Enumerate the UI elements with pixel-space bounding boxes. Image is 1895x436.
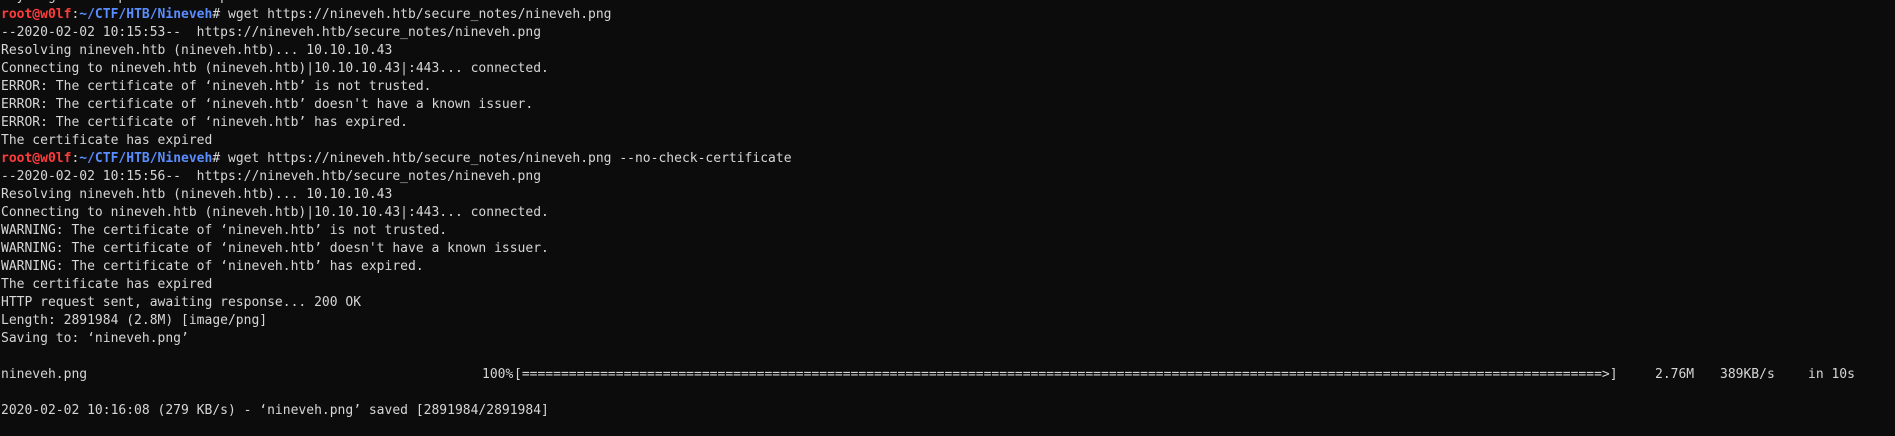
command-text[interactable]: wget https://nineveh.htb/secure_notes/ni…	[220, 7, 612, 22]
prompt-path: ~/CTF/HTB/Nineveh	[79, 151, 213, 166]
output-text: --2020-02-02 10:15:53-- https://nineveh.…	[1, 25, 542, 40]
prompt-path: ~/CTF/HTB/Nineveh	[79, 7, 213, 22]
command-text[interactable]: wget https://nineveh.htb/secure_notes/ni…	[220, 151, 792, 166]
command-line: root@w0lf:~/CTF/HTB/Nineveh# wget https:…	[0, 150, 1895, 168]
output-line: Saving to: ‘nineveh.png’	[0, 330, 1895, 348]
output-line: Length: 2891984 (2.8M) [image/png]	[0, 312, 1895, 330]
prompt-user: root@w0lf	[1, 151, 72, 166]
prompt-user: root@w0lf	[1, 7, 72, 22]
output-line: WARNING: The certificate of ‘nineveh.htb…	[0, 222, 1895, 240]
output-line: Connecting to nineveh.htb (nineveh.htb)|…	[0, 60, 1895, 78]
progress-bar: [=======================================…	[514, 367, 1618, 382]
output-text: ERROR: The certificate of ‘nineveh.htb’ …	[1, 79, 432, 94]
prompt-symbol: #	[212, 7, 221, 22]
output-line: HTTP request sent, awaiting response... …	[0, 294, 1895, 312]
command-line: root@w0lf:~/CTF/HTB/Nineveh# wget https:…	[0, 6, 1895, 24]
output-text: Resolving nineveh.htb (nineveh.htb)... 1…	[1, 43, 393, 58]
output-text: HTTP request sent, awaiting response... …	[1, 295, 362, 310]
prompt-symbol: #	[212, 151, 221, 166]
output-text: 2020-02-02 10:16:08 (279 KB/s) - ‘nineve…	[1, 403, 549, 418]
output-line: The certificate has expired	[0, 276, 1895, 294]
output-text: WARNING: The certificate of ‘nineveh.htb…	[1, 259, 424, 274]
progress-size: 2.76M	[1655, 367, 1695, 382]
output-line: --2020-02-02 10:15:56-- https://nineveh.…	[0, 168, 1895, 186]
terminal-window[interactable]: Try `wget --help' for more options. root@…	[0, 0, 1895, 436]
output-line: --2020-02-02 10:15:53-- https://nineveh.…	[0, 24, 1895, 42]
output-line: Resolving nineveh.htb (nineveh.htb)... 1…	[0, 42, 1895, 60]
output-text: Resolving nineveh.htb (nineveh.htb)... 1…	[1, 187, 393, 202]
output-text: Try `wget --help' for more options.	[1, 0, 275, 4]
download-progress-row: nineveh.png 100% [========================…	[0, 366, 1895, 384]
output-line: WARNING: The certificate of ‘nineveh.htb…	[0, 240, 1895, 258]
output-text: --2020-02-02 10:15:56-- https://nineveh.…	[1, 169, 542, 184]
progress-eta: in 10s	[1808, 367, 1855, 382]
output-text: Connecting to nineveh.htb (nineveh.htb)|…	[1, 205, 549, 220]
output-text: ERROR: The certificate of ‘nineveh.htb’ …	[1, 115, 408, 130]
output-line: ERROR: The certificate of ‘nineveh.htb’ …	[0, 114, 1895, 132]
output-text: Length: 2891984 (2.8M) [image/png]	[1, 313, 268, 328]
output-text: WARNING: The certificate of ‘nineveh.htb…	[1, 223, 448, 238]
output-line: ERROR: The certificate of ‘nineveh.htb’ …	[0, 78, 1895, 96]
output-line: Connecting to nineveh.htb (nineveh.htb)|…	[0, 204, 1895, 222]
output-text: Saving to: ‘nineveh.png’	[1, 331, 189, 346]
output-text: WARNING: The certificate of ‘nineveh.htb…	[1, 241, 549, 256]
progress-filename: nineveh.png	[1, 367, 88, 382]
output-line: ERROR: The certificate of ‘nineveh.htb’ …	[0, 96, 1895, 114]
output-text: The certificate has expired	[1, 133, 213, 148]
output-line: The certificate has expired	[0, 132, 1895, 150]
output-text: The certificate has expired	[1, 277, 213, 292]
output-line: 2020-02-02 10:16:08 (279 KB/s) - ‘nineve…	[0, 402, 1895, 420]
progress-rate: 389KB/s	[1720, 367, 1775, 382]
output-line: Resolving nineveh.htb (nineveh.htb)... 1…	[0, 186, 1895, 204]
output-line: WARNING: The certificate of ‘nineveh.htb…	[0, 258, 1895, 276]
output-text: ERROR: The certificate of ‘nineveh.htb’ …	[1, 97, 534, 112]
output-text: Connecting to nineveh.htb (nineveh.htb)|…	[1, 61, 549, 76]
progress-percent: 100%	[482, 367, 514, 382]
